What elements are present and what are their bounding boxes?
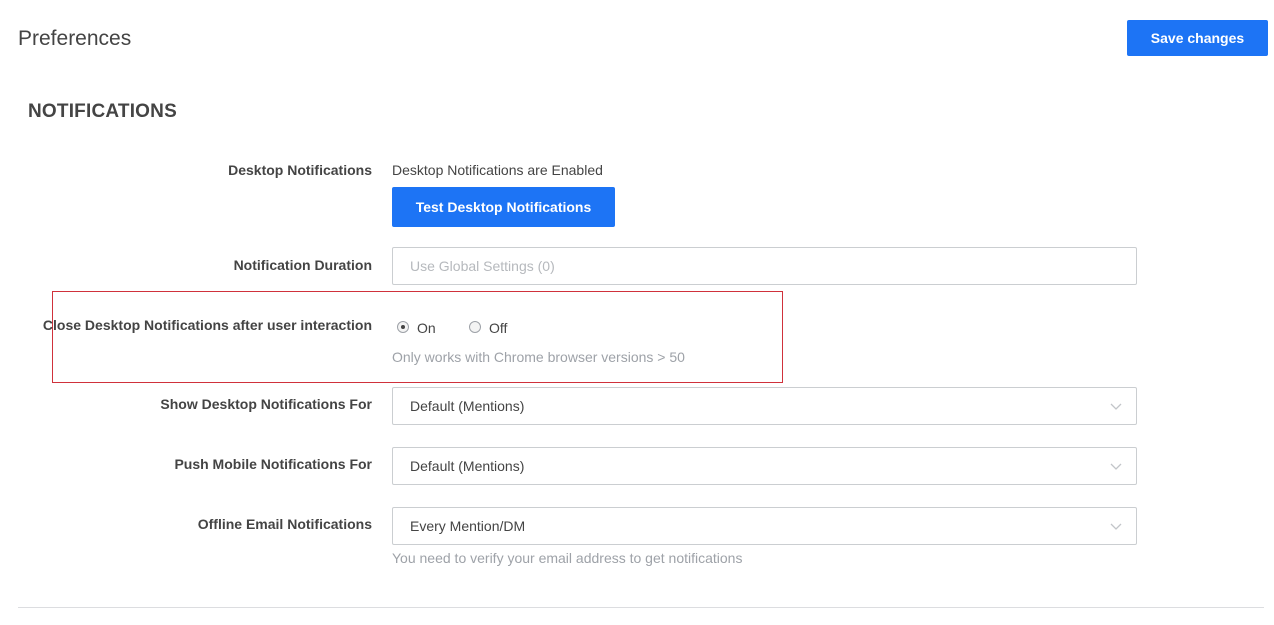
radio-on-button[interactable] (397, 321, 409, 333)
notification-duration-label: Notification Duration (233, 257, 372, 273)
section-divider (18, 607, 1264, 608)
verify-email-hint: You need to verify your email address to… (392, 550, 743, 566)
desktop-notifications-label: Desktop Notifications (228, 162, 372, 178)
notification-duration-field (392, 247, 1137, 285)
radio-on-label[interactable]: On (417, 320, 436, 336)
show-desktop-notifications-value: Default (Mentions) (410, 398, 525, 414)
page-title: Preferences (18, 27, 132, 50)
chevron-down-icon (1110, 463, 1122, 470)
push-mobile-notifications-value: Default (Mentions) (410, 458, 525, 474)
test-desktop-notifications-button[interactable]: Test Desktop Notifications (392, 187, 615, 227)
push-mobile-notifications-label: Push Mobile Notifications For (174, 456, 372, 472)
desktop-notifications-status: Desktop Notifications are Enabled (392, 162, 603, 178)
offline-email-notifications-value: Every Mention/DM (410, 518, 526, 534)
push-mobile-notifications-select[interactable]: Default (Mentions) (392, 447, 1137, 485)
offline-email-notifications-select[interactable]: Every Mention/DM (392, 507, 1137, 545)
chevron-down-icon (1110, 403, 1122, 410)
show-desktop-notifications-select[interactable]: Default (Mentions) (392, 387, 1137, 425)
show-desktop-notifications-label: Show Desktop Notifications For (160, 396, 372, 412)
chevron-down-icon (1110, 523, 1122, 530)
highlight-box (52, 291, 783, 383)
radio-off-button[interactable] (469, 321, 481, 333)
notification-duration-input[interactable] (393, 248, 1136, 284)
offline-email-notifications-label: Offline Email Notifications (197, 516, 372, 532)
section-title-notifications: NOTIFICATIONS (28, 101, 177, 122)
preferences-page: Preferences Save changes NOTIFICATIONS D… (0, 0, 1274, 625)
chrome-version-hint: Only works with Chrome browser versions … (392, 349, 685, 365)
close-after-interaction-label: Close Desktop Notifications after user i… (42, 317, 372, 333)
radio-off-label[interactable]: Off (489, 320, 507, 336)
save-changes-button[interactable]: Save changes (1127, 20, 1268, 56)
